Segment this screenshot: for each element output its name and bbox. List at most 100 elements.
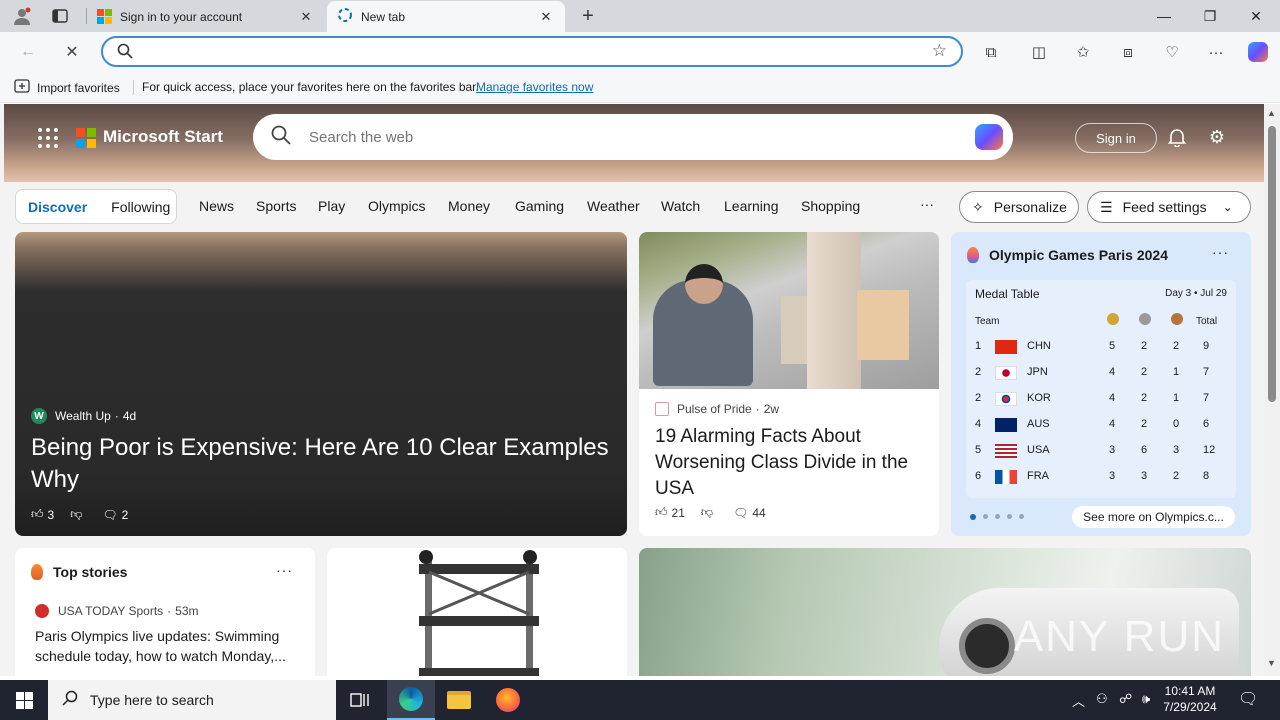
see-more-olympics-button[interactable]: See more on Olympics.c...: [1072, 506, 1235, 528]
new-tab-plus-icon[interactable]: +: [576, 5, 600, 27]
nav-watch[interactable]: Watch: [661, 198, 700, 214]
tab-new-tab[interactable]: New tab ✕: [327, 1, 565, 32]
toolbar: ← ✕ ☆ ⧉ ◫ ✩ ⧈ ♡ ···: [0, 32, 1280, 72]
news-article-title[interactable]: 19 Alarming Facts About Worsening Class …: [655, 424, 925, 502]
microsoft-logo-icon[interactable]: [76, 128, 96, 148]
edge-taskbar-icon[interactable]: [387, 680, 435, 720]
browser-essentials-icon[interactable]: ♡: [1157, 39, 1187, 65]
medal-table-row[interactable]: 2 KOR 4 2 1 7: [966, 388, 1236, 408]
volume-icon[interactable]: 🕪︎: [1142, 691, 1150, 707]
sign-in-button[interactable]: Sign in: [1075, 123, 1157, 153]
nav-money[interactable]: Money: [448, 198, 490, 214]
profile-icon[interactable]: [10, 5, 34, 27]
manage-favorites-link[interactable]: Manage favorites now: [476, 80, 593, 94]
taskbar-search-box[interactable]: Type here to search: [48, 680, 336, 720]
feed-settings-button[interactable]: ☰ Feed settings ⌄: [1087, 191, 1251, 223]
personalize-button[interactable]: ✧ Personalize: [959, 191, 1079, 223]
rank: 5: [975, 444, 982, 456]
gold-count: 3: [1109, 444, 1116, 456]
hero-article-card[interactable]: W Wealth Up · 4d Being Poor is Expensive…: [15, 232, 627, 536]
nav-olympics[interactable]: Olympics: [368, 198, 426, 214]
settings-gear-icon[interactable]: ⚙: [1204, 124, 1230, 150]
notifications-bell-icon[interactable]: [1164, 124, 1190, 150]
scrollbar-thumb[interactable]: [1268, 126, 1276, 402]
nav-weather[interactable]: Weather: [587, 198, 640, 214]
scroll-down-icon[interactable]: ▼: [1267, 658, 1276, 668]
total-count: 6: [1203, 418, 1210, 430]
import-favorites-button[interactable]: Import favorites: [14, 79, 120, 96]
nav-gaming[interactable]: Gaming: [515, 198, 564, 214]
medal-table-row[interactable]: 2 JPN 4 2 1 7: [966, 362, 1236, 382]
minimize-button[interactable]: —: [1141, 0, 1187, 32]
medal-table-row[interactable]: 5 USA 3 6 3 12: [966, 440, 1236, 460]
carousel-dots[interactable]: [970, 514, 1024, 520]
network-status-icon[interactable]: ⚇: [1096, 691, 1108, 707]
system-clock[interactable]: 10:41 AM 7/29/2024: [1160, 683, 1220, 715]
thumbs-down-icon[interactable]: 👎︎: [701, 505, 713, 520]
stop-loading-icon[interactable]: ✕: [58, 39, 86, 65]
olympics-card-header[interactable]: Olympic Games Paris 2024: [967, 247, 1168, 263]
start-button[interactable]: [0, 680, 48, 720]
web-search-input[interactable]: [309, 126, 949, 148]
search-icon: [62, 690, 78, 710]
segment-discover[interactable]: Discover: [16, 199, 99, 215]
favorites-icon[interactable]: ✩: [1068, 39, 1098, 65]
back-arrow-icon[interactable]: ←: [14, 39, 42, 65]
comment-icon[interactable]: 🗨︎: [102, 508, 117, 522]
file-explorer-icon[interactable]: [435, 680, 483, 720]
more-options-icon[interactable]: ···: [276, 562, 293, 578]
nav-news[interactable]: News: [199, 198, 234, 214]
copilot-icon[interactable]: [975, 124, 1003, 150]
more-options-icon[interactable]: ···: [1212, 244, 1229, 260]
wifi-icon[interactable]: ☍: [1119, 691, 1132, 707]
address-input[interactable]: [141, 42, 921, 62]
thumbs-down-icon[interactable]: 👎︎: [70, 507, 82, 522]
close-window-button[interactable]: ✕: [1233, 0, 1279, 32]
medal-table[interactable]: Medal Table Day 3 • Jul 29 Team Total 1 C…: [966, 280, 1236, 498]
medal-table-row[interactable]: 6 FRA 3 3 2 8: [966, 466, 1236, 486]
restore-button[interactable]: ❐: [1187, 0, 1233, 32]
thumbs-up-icon[interactable]: 👍︎: [655, 505, 668, 520]
page-viewport: Microsoft Start Sign in ⚙ Discover Follo…: [0, 104, 1264, 676]
tab-sign-in[interactable]: Sign in to your account ✕: [87, 1, 325, 32]
page-scrollbar[interactable]: ▲ ▼: [1264, 104, 1280, 676]
address-bar[interactable]: ☆: [101, 36, 963, 67]
medal-table-row[interactable]: 1 CHN 5 2 2 9: [966, 336, 1236, 356]
segment-following[interactable]: Following: [99, 199, 182, 215]
rank: 2: [975, 366, 982, 378]
app-launcher-icon[interactable]: [38, 128, 58, 148]
nav-play[interactable]: Play: [318, 198, 345, 214]
nav-sports[interactable]: Sports: [256, 198, 296, 214]
nav-more-icon[interactable]: ···: [920, 196, 934, 212]
brand-title[interactable]: Microsoft Start: [103, 127, 223, 147]
show-hidden-icons-chevron-icon[interactable]: ︿: [1072, 691, 1085, 710]
medal-table-row[interactable]: 4 AUS 4 2 0 6: [966, 414, 1236, 434]
extensions-icon[interactable]: ⧉: [976, 39, 1006, 65]
promo-image-card[interactable]: ANY RUN: [639, 548, 1251, 676]
copilot-icon[interactable]: [1243, 39, 1273, 65]
notifications-icon[interactable]: 🗨︎: [1238, 689, 1258, 709]
close-tab-icon[interactable]: ✕: [297, 9, 315, 25]
news-article-card[interactable]: Pulse of Pride · 2w 19 Alarming Facts Ab…: [639, 232, 939, 536]
country-code: USA: [1027, 444, 1050, 456]
firefox-icon[interactable]: [484, 680, 532, 720]
nav-shopping[interactable]: Shopping: [801, 198, 860, 214]
tab-actions-icon[interactable]: [48, 5, 72, 27]
task-view-icon[interactable]: [336, 680, 384, 720]
scroll-up-icon[interactable]: ▲: [1267, 108, 1276, 118]
close-tab-icon[interactable]: ✕: [537, 9, 555, 25]
split-screen-icon[interactable]: ◫: [1024, 39, 1054, 65]
country-flag-icon: [995, 392, 1017, 406]
web-search-box[interactable]: [253, 114, 1013, 160]
gold-medal-icon: [1107, 313, 1119, 325]
hero-article-title[interactable]: Being Poor is Expensive: Here Are 10 Cle…: [31, 432, 611, 496]
nav-learning[interactable]: Learning: [724, 198, 779, 214]
olympics-card: Olympic Games Paris 2024 ··· Medal Table…: [951, 232, 1251, 536]
product-card[interactable]: [327, 548, 627, 676]
favorite-star-icon[interactable]: ☆: [932, 41, 947, 61]
collections-icon[interactable]: ⧈: [1113, 39, 1143, 65]
thumbs-up-icon[interactable]: 👍︎: [31, 507, 44, 522]
comment-icon[interactable]: 🗨︎: [733, 506, 748, 520]
more-menu-icon[interactable]: ···: [1201, 39, 1231, 65]
top-story-headline[interactable]: Paris Olympics live updates: Swimming sc…: [35, 626, 299, 666]
